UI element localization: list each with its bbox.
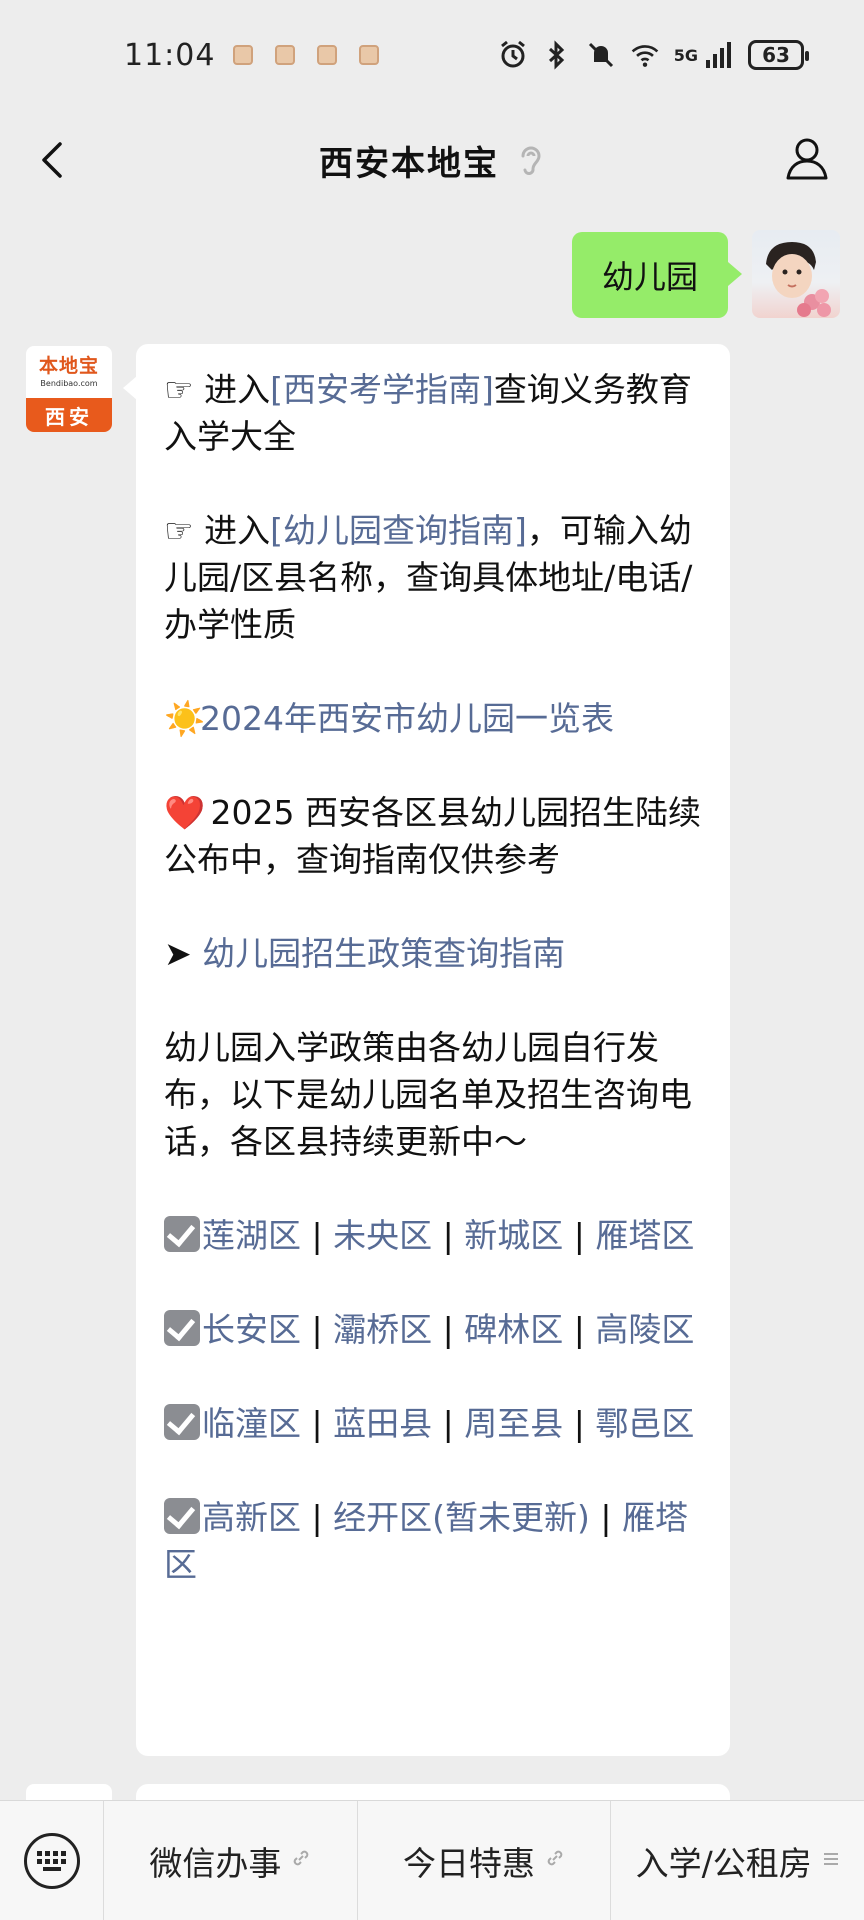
district-link[interactable]: 未央区 (333, 1216, 432, 1255)
district-link[interactable]: 鄠邑区 (595, 1404, 694, 1443)
district-group-3: 临潼区 | 蓝田县 | 周至县 | 鄠邑区 (164, 1400, 704, 1447)
app-notification-icon (317, 45, 338, 65)
paragraph-policy-guide: ➤ 幼儿园招生政策查询指南 (164, 930, 704, 977)
menu-label: 今日特惠 (403, 1843, 535, 1883)
checkbox-icon (164, 1404, 200, 1440)
district-link[interactable]: 长安区 (202, 1310, 301, 1349)
service-menu-bar: 微信办事 今日特惠 入学/公租房 (0, 1800, 864, 1920)
paragraph-exam-guide: ☞ 进入[西安考学指南]查询义务教育入学大全 (164, 366, 704, 460)
heart-icon: ❤️ (164, 793, 206, 832)
user-message-text: 幼儿园 (601, 258, 698, 296)
chat-title: 西安本地宝 (319, 143, 499, 184)
district-link[interactable]: 雁塔区 (595, 1216, 694, 1255)
battery-indicator: 63 (748, 40, 809, 70)
keyboard-toggle-button[interactable] (0, 1800, 104, 1920)
pointing-hand-icon: ☞ 进入 (164, 511, 271, 550)
paragraph-kindergarten-list: ☀️2024年西安市幼儿园一览表 (164, 695, 704, 742)
bot-city-label: 西安 (26, 398, 112, 432)
link-icon (291, 1848, 311, 1874)
ear-icon (517, 142, 545, 178)
policy-guide-link[interactable]: 幼儿园招生政策查询指南 (202, 934, 565, 973)
alarm-icon (498, 40, 528, 70)
district-link[interactable]: 新城区 (464, 1216, 563, 1255)
district-link[interactable]: 高新区 (202, 1498, 301, 1537)
back-icon[interactable] (30, 136, 78, 184)
sun-icon: ☀️ (164, 699, 206, 738)
menu-label: 入学/公租房 (635, 1843, 812, 1883)
pointing-hand-icon: ☞ 进入 (164, 370, 271, 409)
network-type: 5G (673, 45, 698, 65)
menu-label: 微信办事 (149, 1843, 282, 1883)
paragraph-enrollment-notice: ❤️ 2025 西安各区县幼儿园招生陆续公布中，查询指南仅供参考 (164, 789, 704, 883)
district-group-1: 莲湖区 | 未央区 | 新城区 | 雁塔区 (164, 1212, 704, 1259)
district-link[interactable]: 碑林区 (464, 1310, 563, 1349)
district-link[interactable]: 灞桥区 (333, 1310, 432, 1349)
kindergarten-guide-link[interactable]: [幼儿园查询指南] (270, 511, 527, 550)
mute-icon (586, 40, 616, 70)
status-bar: 11:04 5G 63 (0, 0, 864, 110)
district-link[interactable]: 莲湖区 (202, 1216, 301, 1255)
district-link[interactable]: 周至县 (464, 1404, 563, 1443)
app-notification-icon (233, 45, 254, 65)
district-link[interactable]: 蓝田县 (333, 1404, 432, 1443)
user-message-bubble[interactable]: 幼儿园 (571, 232, 743, 318)
district-link[interactable]: 经开区(暂未更新) (333, 1498, 590, 1537)
chat-header: 西安本地宝 (0, 110, 864, 210)
checkbox-icon (164, 1498, 200, 1534)
district-group-2: 长安区 | 灞桥区 | 碑林区 | 高陵区 (164, 1306, 704, 1353)
exam-guide-link[interactable]: [西安考学指南] (270, 370, 494, 409)
signal-icon (704, 40, 734, 70)
bot-avatar[interactable]: 本地宝 Bendibao.com 西安 (26, 346, 112, 432)
user-avatar[interactable] (752, 230, 840, 318)
app-notification-icon (359, 45, 380, 65)
menu-daily-deals[interactable]: 今日特惠 (358, 1800, 612, 1920)
checkbox-icon (164, 1310, 200, 1346)
app-notification-icon (275, 45, 296, 65)
bot-message-bubble: ☞ 进入[西安考学指南]查询义务教育入学大全 ☞ 进入[幼儿园查询指南]，可输入… (123, 344, 730, 1756)
menu-school-housing[interactable]: 入学/公租房 (611, 1801, 864, 1920)
arrow-icon: ➤ (164, 934, 203, 973)
keyboard-icon (23, 1832, 80, 1889)
paragraph-policy-description: 幼儿园入学政策由各幼儿园自行发布，以下是幼儿园名单及招生咨询电话，各区县持续更新… (164, 1028, 692, 1161)
bot-logo-text: 本地宝 (38, 354, 99, 377)
status-time: 11:04 (124, 37, 216, 73)
profile-icon[interactable] (780, 132, 834, 186)
district-group-4: 高新区 | 经开区(暂未更新) | 雁塔区 (164, 1498, 688, 1584)
paragraph-kindergarten-guide: ☞ 进入[幼儿园查询指南]，可输入幼儿园/区县名称，查询具体地址/电话/办学性质 (164, 507, 704, 648)
checkbox-icon (164, 1216, 200, 1252)
kindergarten-list-link[interactable]: 2024年西安市幼儿园一览表 (200, 699, 614, 738)
menu-wechat-services[interactable]: 微信办事 (104, 1800, 358, 1920)
wifi-icon (630, 40, 660, 70)
district-link[interactable]: 高陵区 (595, 1310, 694, 1349)
district-link[interactable]: 临潼区 (202, 1404, 301, 1443)
bot-domain-text: Bendibao.com (40, 378, 98, 388)
bluetooth-icon (542, 40, 572, 70)
enrollment-notice-text: 2025 西安各区县幼儿园招生陆续公布中，查询指南仅供参考 (164, 793, 701, 879)
link-icon (545, 1848, 565, 1874)
submenu-icon (822, 1848, 840, 1873)
notification-icons (233, 45, 380, 65)
